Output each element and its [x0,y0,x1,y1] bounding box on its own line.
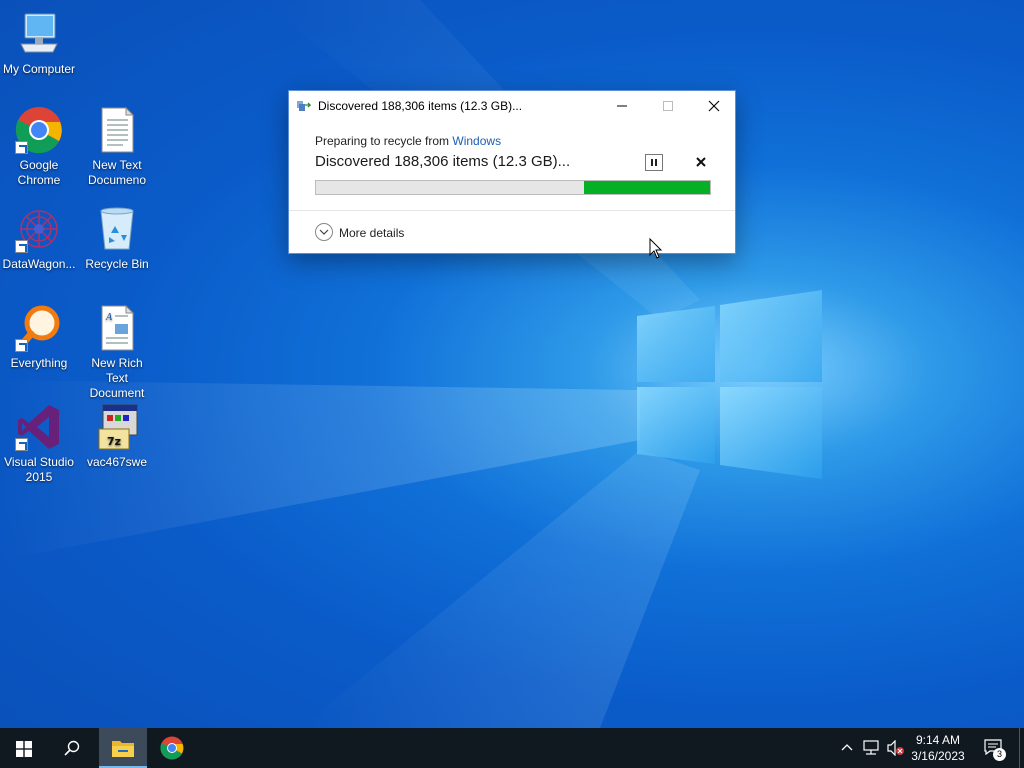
close-button[interactable] [691,91,737,121]
taskbar-clock[interactable]: 9:14 AM 3/16/2023 [904,732,972,764]
more-details-label: More details [339,226,405,240]
minimize-icon [617,105,627,107]
maximize-icon [663,101,673,111]
desktop-icon-everything[interactable]: Everything [1,304,77,371]
datawagon-icon [15,205,63,253]
desktop-icon-vac467swe[interactable]: 7z vac467swe [79,403,155,470]
shortcut-arrow-icon [15,339,28,352]
chevron-down-icon [315,223,333,241]
desktop-icon-new-text-document[interactable]: New Text Documeno [79,106,155,188]
icon-label: New Text Documeno [87,158,147,187]
start-button[interactable] [0,728,48,768]
maximize-button [645,91,691,121]
dialog-title: Discovered 188,306 items (12.3 GB)... [318,99,523,113]
icon-label: Visual Studio 2015 [4,455,74,484]
preparing-text: Preparing to recycle from Windows [315,134,501,148]
chrome-icon [160,736,184,760]
taskbar-file-explorer[interactable] [99,728,147,768]
show-desktop-button[interactable] [1019,728,1020,768]
file-operation-icon [297,101,311,111]
icon-label: Recycle Bin [85,257,149,271]
svg-text:7z: 7z [107,435,121,448]
windows-logo-wallpaper [637,290,822,479]
show-hidden-icons-chevron-icon[interactable] [840,740,854,754]
everything-search-icon [15,304,63,352]
dialog-divider [289,210,735,211]
clock-time: 9:14 AM [915,733,961,747]
folder-icon [112,741,134,757]
recycle-bin-icon [93,205,141,253]
icon-label: vac467swe [86,455,148,469]
recycle-progress-dialog: Discovered 188,306 items (12.3 GB)... Pr… [288,90,736,254]
close-icon [708,100,720,112]
minimize-button[interactable] [599,91,645,121]
desktop-icon-datawagon[interactable]: DataWagon... [1,205,77,272]
icon-label: DataWagon... [2,257,76,271]
volume-muted-icon[interactable] [886,740,906,756]
pause-button[interactable] [645,154,663,171]
icon-label: My Computer [2,62,76,76]
search-icon [64,740,80,756]
shortcut-arrow-icon [15,141,28,154]
desktop-icon-recycle-bin[interactable]: Recycle Bin [79,205,155,272]
taskbar: 9:14 AM 3/16/2023 [0,728,1024,768]
svg-text:A: A [105,312,113,323]
search-button[interactable] [48,728,96,768]
desktop-icon-visual-studio[interactable]: Visual Studio 2015 [1,403,77,485]
chrome-icon [15,106,63,154]
icon-label: Everything [10,356,68,370]
visual-studio-icon [15,403,63,451]
preparing-label: Preparing to recycle from [315,134,453,148]
cancel-operation-icon[interactable] [695,156,707,168]
computer-icon [15,10,63,58]
installer-icon: 7z [93,403,141,451]
icon-label: New Rich Text Document [89,356,145,400]
shortcut-arrow-icon [15,240,28,253]
text-document-icon [93,106,141,154]
desktop-icon-my-computer[interactable]: My Computer [1,10,77,77]
mouse-cursor-icon [649,238,663,259]
icon-label: Google Chrome [17,158,61,187]
source-folder-link[interactable]: Windows [452,134,501,148]
notification-count-badge: 3 [993,748,1006,761]
taskbar-chrome[interactable] [148,728,196,768]
operation-status: Discovered 188,306 items (12.3 GB)... [315,153,571,170]
desktop-icon-google-chrome[interactable]: Google Chrome [1,106,77,188]
dialog-titlebar[interactable]: Discovered 188,306 items (12.3 GB)... [289,91,735,121]
windows-start-icon [16,741,32,757]
progress-fill [583,181,710,194]
rich-text-document-icon: A [93,304,141,352]
progress-bar [315,180,711,195]
network-icon[interactable] [862,740,880,756]
shortcut-arrow-icon [15,438,28,451]
desktop-icon-new-rich-text-document[interactable]: A New Rich Text Document [79,304,155,401]
clock-date: 3/16/2023 [911,749,965,763]
